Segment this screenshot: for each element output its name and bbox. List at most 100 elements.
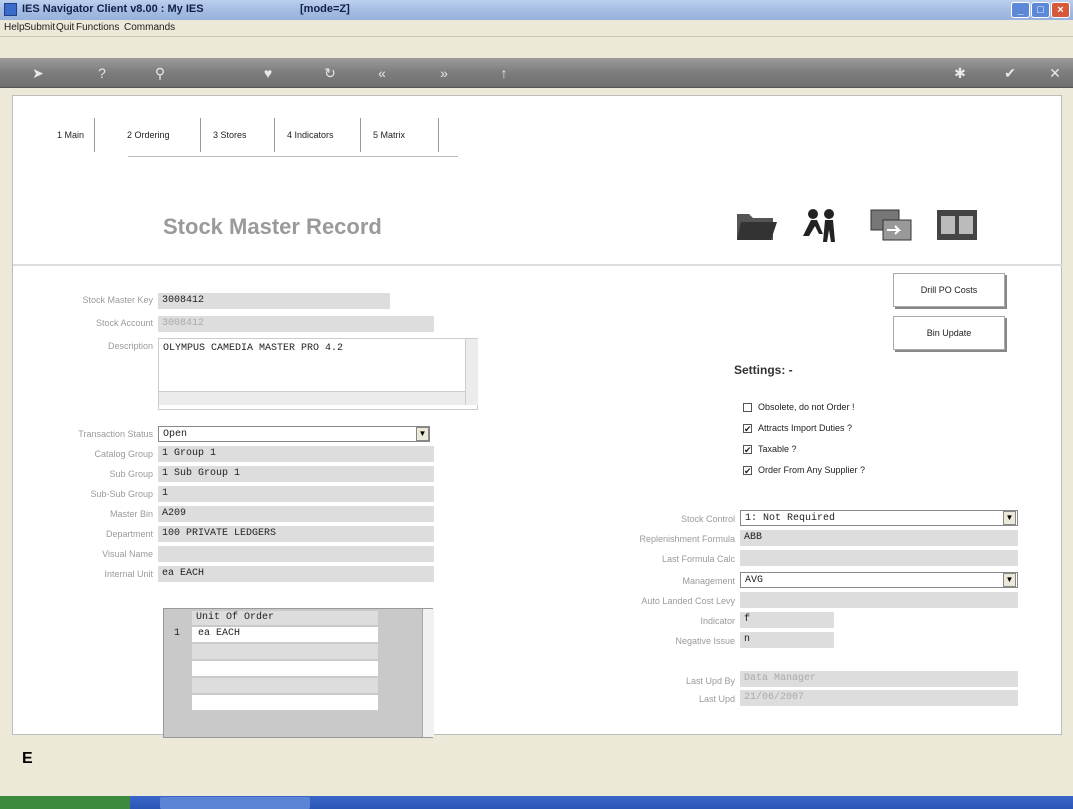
import-duties-label: Attracts Import Duties ? [758,423,853,433]
last-upd-by-label: Last Upd By [685,676,735,686]
catalog-group-field[interactable]: 1 Group 1 [158,446,434,462]
tab-stores[interactable]: 3 Stores [205,118,275,152]
form-panel: 1 Main 2 Ordering 3 Stores 4 Indicators … [12,95,1063,738]
minimize-button[interactable]: _ [1011,2,1030,18]
toolbar: ➤ ? ⚲ ♥ ↻ « » ↑ ✱ ✔ ✕ [0,58,1073,88]
transaction-status-dropdown-icon[interactable]: ▼ [416,427,429,441]
arrow-icon[interactable]: ➤ [28,63,48,83]
check-icon[interactable]: ✔ [1000,63,1020,83]
exit-icon[interactable]: ✕ [1045,63,1065,83]
heart-icon[interactable]: ♥ [258,63,278,83]
department-label: Department [105,529,153,539]
taskbar-item[interactable] [160,797,310,809]
indicator-field[interactable]: f [740,612,834,628]
stock-account-label: Stock Account [95,318,153,328]
obsolete-checkbox[interactable]: Obsolete, do not Order ! [743,402,855,413]
close-button[interactable]: × [1051,2,1070,18]
indicator-label: Indicator [700,616,735,626]
mode-indicator: [mode=Z] [300,3,350,15]
checkbox-box[interactable] [743,403,752,413]
maximize-button[interactable]: □ [1031,2,1050,18]
last-formula-calc-field[interactable] [740,550,1018,566]
back-icon[interactable]: « [372,63,392,83]
transfer-icon[interactable] [869,206,913,244]
left-frame [0,88,12,796]
last-upd-by-field[interactable]: Data Manager [740,671,1018,687]
table-row[interactable] [192,644,378,660]
open-folder-icon[interactable] [735,206,779,244]
replenishment-formula-label: Replenishment Formula [639,534,735,544]
tab-indicators[interactable]: 4 Indicators [279,118,361,152]
unit-of-order-grid[interactable]: Unit Of Order 1 ea EACH [163,608,434,738]
search-icon[interactable]: ⚲ [150,63,170,83]
toolbar-spacer [0,37,1073,58]
management-select[interactable]: AVG [740,572,1018,588]
forward-icon[interactable]: » [434,63,454,83]
up-icon[interactable]: ↑ [494,63,514,83]
description-hscrollbar[interactable] [159,391,465,405]
table-row[interactable] [192,695,378,711]
title-bar: IES Navigator Client v8.00 : My IES [mod… [0,0,1073,20]
description-vscrollbar[interactable] [465,339,478,405]
stock-control-select[interactable]: 1: Not Required [740,510,1018,526]
visual-name-field[interactable] [158,546,434,562]
management-dropdown-icon[interactable]: ▼ [1003,573,1016,587]
stock-account-field[interactable]: 3008412 [158,316,434,332]
users-icon[interactable] [799,206,845,244]
last-upd-field[interactable]: 21/06/2007 [740,690,1018,706]
table-row[interactable] [192,678,378,694]
menu-quit[interactable]: Quit [56,22,74,33]
description-textarea[interactable]: OLYMPUS CAMEDIA MASTER PRO 4.2 [158,338,478,410]
internal-unit-field[interactable]: ea EACH [158,566,434,582]
sub-sub-group-label: Sub-Sub Group [90,489,153,499]
import-duties-checkbox[interactable]: ✔ Attracts Import Duties ? [743,423,853,434]
tab-matrix[interactable]: 5 Matrix [365,118,439,152]
start-button[interactable] [0,796,130,809]
row-number: 1 [174,628,181,639]
taxable-label: Taxable ? [758,444,797,454]
help-icon[interactable]: ? [92,63,112,83]
bin-update-button[interactable]: Bin Update [893,316,1005,350]
status-fragment: E [22,750,33,767]
gear-icon[interactable]: ✱ [950,63,970,83]
app-icon [4,3,17,16]
any-supplier-label: Order From Any Supplier ? [758,465,866,475]
obsolete-label: Obsolete, do not Order ! [758,402,855,412]
menu-bar: Help Submit Quit Functions Commands [0,20,1073,37]
replenishment-formula-field[interactable]: ABB [740,530,1018,546]
menu-help[interactable]: Help [4,22,25,33]
sub-sub-group-field[interactable]: 1 [158,486,434,502]
taxable-checkbox[interactable]: ✔ Taxable ? [743,444,797,455]
drill-po-costs-button[interactable]: Drill PO Costs [893,273,1005,307]
taskbar [0,796,1073,809]
stock-control-label: Stock Control [680,514,735,524]
table-row[interactable] [192,661,378,677]
menu-submit[interactable]: Submit [24,22,55,33]
stock-control-dropdown-icon[interactable]: ▼ [1003,511,1016,525]
row-unit-value: ea EACH [198,628,241,639]
check-icon[interactable]: ✔ [743,445,752,455]
sub-group-field[interactable]: 1 Sub Group 1 [158,466,434,482]
auto-landed-cost-levy-field[interactable] [740,592,1018,608]
tab-main[interactable]: 1 Main [49,118,95,152]
unit-grid-scrollbar[interactable] [422,609,434,737]
department-field[interactable]: 100 PRIVATE LEDGERS [158,526,434,542]
check-icon[interactable]: ✔ [743,424,752,434]
refresh-icon[interactable]: ↻ [320,63,340,83]
menu-functions[interactable]: Functions [76,22,119,33]
header-separator [13,264,1063,266]
stock-master-key-field[interactable]: 3008412 [158,293,390,309]
negative-issue-label: Negative Issue [675,636,735,646]
negative-issue-field[interactable]: n [740,632,834,648]
tab-ordering[interactable]: 2 Ordering [119,118,201,152]
visual-name-label: Visual Name [102,549,153,559]
ledger-icon[interactable] [935,206,979,244]
master-bin-field[interactable]: A209 [158,506,434,522]
transaction-status-select[interactable]: Open [158,426,430,442]
last-formula-calc-label: Last Formula Calc [661,554,735,564]
description-label: Description [107,341,153,351]
any-supplier-checkbox[interactable]: ✔ Order From Any Supplier ? [743,465,866,476]
page-title: Stock Master Record [163,214,382,239]
check-icon[interactable]: ✔ [743,466,752,476]
menu-commands[interactable]: Commands [124,22,175,33]
